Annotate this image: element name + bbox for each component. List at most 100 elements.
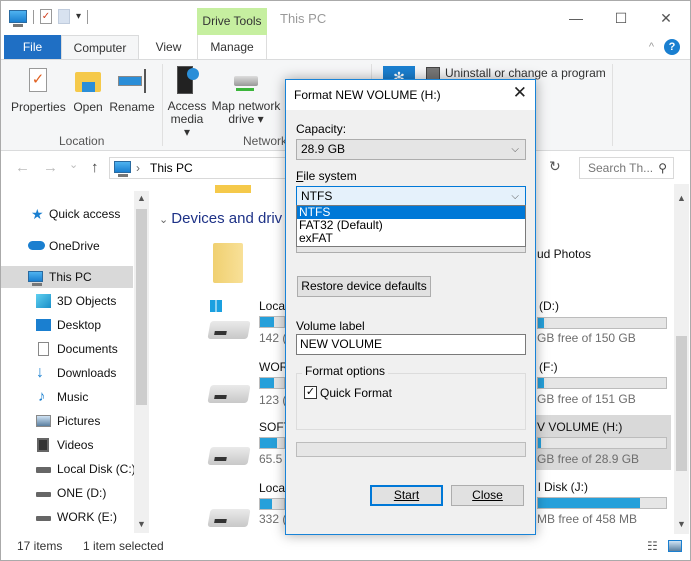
sidebar-item-onedrive[interactable]: OneDrive xyxy=(1,235,133,257)
drive-name[interactable]: V VOLUME (H:) xyxy=(537,420,622,434)
recent-locations-button[interactable]: ⌄ xyxy=(69,158,78,171)
refresh-button[interactable]: ↻ xyxy=(549,158,561,175)
sidebar-item-local-disk-c[interactable]: Local Disk (C:) xyxy=(1,458,136,480)
drive-usage-fill xyxy=(538,318,545,328)
dialog-close-icon[interactable]: ✕ xyxy=(513,83,527,103)
sidebar-item-work-e[interactable]: WORK (E:) xyxy=(1,506,133,528)
option-exfat[interactable]: exFAT xyxy=(297,232,525,245)
volume-label-input[interactable]: NEW VOLUME xyxy=(296,334,526,355)
drive-usage-fill xyxy=(260,438,277,448)
up-button[interactable]: ↑ xyxy=(91,159,99,176)
content-scroll-thumb[interactable] xyxy=(676,336,687,471)
access-media-icon xyxy=(173,66,201,96)
tab-computer[interactable]: Computer xyxy=(61,35,139,59)
videos-icon xyxy=(37,438,49,452)
star-icon: ★ xyxy=(31,206,44,222)
item-count: 17 items xyxy=(17,539,63,553)
drive-icon[interactable] xyxy=(207,501,251,527)
capacity-select[interactable]: 28.9 GB ⌵ xyxy=(296,139,526,160)
network-group-label: Network xyxy=(243,134,288,148)
drive-usage-bar xyxy=(537,437,667,449)
drive-usage-fill xyxy=(260,378,275,388)
rename-icon xyxy=(118,66,146,96)
format-options-label: Format options xyxy=(302,364,389,378)
drive-name[interactable]: (D:) xyxy=(539,299,559,313)
uninstall-program-button[interactable]: Uninstall or change a program xyxy=(445,66,606,80)
format-options-group xyxy=(296,373,526,430)
scroll-up-icon[interactable]: ▲ xyxy=(677,193,686,203)
restore-defaults-button[interactable]: Restore device defaults xyxy=(297,276,431,297)
sidebar-item-downloads[interactable]: ↓ Downloads xyxy=(1,362,133,384)
scroll-up-icon[interactable]: ▲ xyxy=(137,193,146,203)
forward-button[interactable]: → xyxy=(43,159,58,176)
tab-manage[interactable]: Manage xyxy=(197,35,267,59)
drive-icon[interactable] xyxy=(207,439,251,465)
sidebar-item-3d-objects[interactable]: 3D Objects xyxy=(1,290,133,312)
access-media-button[interactable]: Access media ▾ xyxy=(167,66,207,139)
drive-name[interactable]: WOR xyxy=(259,360,288,374)
ribbon-help-area: ^ ? xyxy=(649,39,680,55)
start-label: Start xyxy=(393,488,420,502)
details-view-icon[interactable]: ☷ xyxy=(647,539,658,553)
scroll-down-icon[interactable]: ▼ xyxy=(677,519,686,529)
sidebar-item-label: WORK (E:) xyxy=(57,510,117,524)
collapse-ribbon-icon[interactable]: ^ xyxy=(649,41,654,53)
breadcrumb-this-pc[interactable]: This PC xyxy=(150,161,193,175)
close-button[interactable]: ✕ xyxy=(643,5,689,31)
sidebar-item-documents[interactable]: Documents xyxy=(1,338,133,360)
window-title: This PC xyxy=(280,11,327,26)
start-button[interactable]: Start xyxy=(370,485,443,506)
drive-name[interactable]: Loca xyxy=(259,299,285,313)
drive-icon[interactable] xyxy=(207,377,251,403)
download-icon: ↓ xyxy=(36,364,44,381)
customize-qat-icon[interactable]: ▾ xyxy=(76,11,81,22)
sidebar-item-music[interactable]: ♪ Music xyxy=(1,386,133,408)
divider xyxy=(162,64,163,146)
back-button[interactable]: ← xyxy=(15,159,30,176)
search-placeholder: Search Th... xyxy=(588,161,654,175)
drive-usage-bar xyxy=(259,498,285,510)
map-network-drive-button[interactable]: Map network drive ▾ xyxy=(209,66,283,126)
sidebar-item-desktop[interactable]: Desktop xyxy=(1,314,133,336)
drive-usage-fill xyxy=(538,378,545,388)
sidebar-item-pictures[interactable]: Pictures xyxy=(1,410,133,432)
sidebar-item-label: Downloads xyxy=(57,366,117,380)
minimize-button[interactable]: — xyxy=(553,5,599,31)
devices-and-drives-header[interactable]: ⌄ Devices and driv xyxy=(159,210,282,227)
sidebar-item-quick-access[interactable]: ★ Quick access xyxy=(1,203,133,225)
drive-name[interactable]: l Disk (J:) xyxy=(538,480,588,494)
sidebar-item-label: Desktop xyxy=(57,318,102,332)
chevron-down-icon: ⌵ xyxy=(511,191,519,202)
quick-format-label[interactable]: Quick Format xyxy=(320,386,392,400)
navigation-pane-scroll-thumb[interactable] xyxy=(136,209,147,405)
breadcrumb-separator: › xyxy=(136,161,140,175)
rename-button[interactable]: Rename xyxy=(109,66,155,114)
icloud-photos-folder-icon[interactable] xyxy=(213,243,243,283)
quick-format-checkbox[interactable]: ✓ xyxy=(304,386,317,399)
large-icons-view-icon[interactable] xyxy=(668,540,682,552)
drive-name[interactable]: (F:) xyxy=(539,360,558,374)
system-drive-icon[interactable] xyxy=(207,299,251,339)
properties-button[interactable]: ✓ Properties xyxy=(11,66,66,114)
tab-view[interactable]: View xyxy=(141,35,196,59)
sidebar-item-label: Local Disk (C:) xyxy=(57,462,136,476)
help-icon[interactable]: ? xyxy=(664,39,680,55)
properties-qat-icon[interactable]: ✓ xyxy=(40,9,52,24)
close-dialog-button[interactable]: Close xyxy=(451,485,524,506)
search-input[interactable]: Search Th... ⚲ xyxy=(579,157,674,179)
computer-icon xyxy=(28,271,43,286)
divider xyxy=(87,9,89,24)
maximize-button[interactable]: ☐ xyxy=(598,5,644,31)
sidebar-item-this-pc[interactable]: This PC xyxy=(1,266,133,288)
scroll-down-icon[interactable]: ▼ xyxy=(137,519,146,529)
tab-file[interactable]: File xyxy=(4,35,61,59)
icloud-photos-label[interactable]: ud Photos xyxy=(537,247,591,261)
sidebar-item-label: Music xyxy=(57,390,89,404)
open-button[interactable]: Open xyxy=(71,66,105,114)
sidebar-item-label: OneDrive xyxy=(49,239,100,253)
sidebar-item-one-d[interactable]: ONE (D:) xyxy=(1,482,133,504)
drive-name[interactable]: Loca xyxy=(259,481,285,495)
file-system-select[interactable]: NTFS ⌵ xyxy=(296,186,526,207)
new-folder-qat-icon[interactable] xyxy=(58,9,70,24)
sidebar-item-videos[interactable]: Videos xyxy=(1,434,133,456)
